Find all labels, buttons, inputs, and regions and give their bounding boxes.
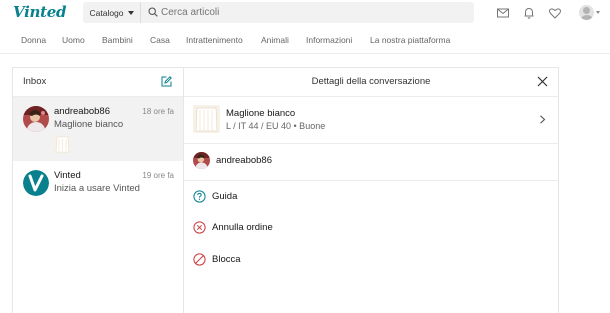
nav-item-casa[interactable]: Casa bbox=[150, 35, 170, 45]
help-circle-icon bbox=[193, 190, 206, 203]
chevron-down-icon[interactable] bbox=[596, 11, 600, 14]
divider bbox=[184, 180, 558, 181]
cancel-order-label: Annulla ordine bbox=[212, 222, 273, 233]
nav-item-piattaforma[interactable]: La nostra piattaforma bbox=[370, 35, 450, 45]
item-title: Maglione bianco bbox=[226, 108, 296, 119]
conversation-message: Maglione bianco bbox=[54, 119, 124, 130]
block-icon bbox=[193, 253, 206, 266]
user-row[interactable]: andreabob86 bbox=[184, 143, 558, 180]
help-action[interactable]: Guida bbox=[184, 185, 558, 209]
compose-icon[interactable] bbox=[161, 76, 172, 87]
user-name: andreabob86 bbox=[216, 155, 272, 166]
inbox-panel: Inbox andreabob86 18 ore fa Maglione bia… bbox=[12, 67, 184, 313]
header-icons bbox=[484, 5, 600, 20]
nav-item-bambini[interactable]: Bambini bbox=[102, 35, 133, 45]
block-label: Blocca bbox=[212, 254, 241, 265]
search-icon bbox=[148, 7, 158, 17]
conversation-message: Inizia a usare Vinted bbox=[54, 183, 140, 194]
nav-item-informazioni[interactable]: Informazioni bbox=[306, 35, 352, 45]
bell-icon[interactable] bbox=[522, 6, 536, 20]
mail-icon[interactable] bbox=[496, 6, 510, 20]
category-nav: Donna Uomo Bambini Casa Intrattenimento … bbox=[0, 26, 610, 54]
item-row[interactable]: Maglione bianco L / IT 44 / EU 40 • Buon… bbox=[184, 97, 558, 143]
details-title: Dettagli della conversazione bbox=[311, 76, 431, 87]
conversation-item[interactable]: andreabob86 18 ore fa Maglione bianco bbox=[13, 97, 184, 161]
vinted-logo[interactable]: Vinted bbox=[13, 3, 66, 21]
nav-item-donna[interactable]: Donna bbox=[21, 35, 46, 45]
chevron-down-icon bbox=[127, 10, 134, 15]
block-action[interactable]: Blocca bbox=[184, 248, 558, 272]
chevron-right-icon bbox=[540, 115, 546, 124]
user-avatar bbox=[23, 106, 49, 132]
user-avatar-icon[interactable] bbox=[579, 5, 594, 20]
heart-icon[interactable] bbox=[548, 6, 562, 20]
item-thumbnail bbox=[193, 105, 220, 133]
cancel-circle-icon bbox=[193, 221, 206, 234]
nav-item-uomo[interactable]: Uomo bbox=[62, 35, 85, 45]
conversation-name: Vinted bbox=[54, 170, 81, 181]
conversation-time: 18 ore fa bbox=[142, 107, 174, 116]
search-bar: Catalogo bbox=[83, 2, 474, 23]
user-avatar bbox=[193, 152, 210, 169]
help-label: Guida bbox=[212, 191, 238, 202]
conversation-time: 19 ore fa bbox=[142, 171, 174, 180]
item-details: L / IT 44 / EU 40 • Buone bbox=[226, 121, 326, 131]
search-input[interactable] bbox=[161, 2, 461, 23]
nav-item-intrattenimento[interactable]: Intrattenimento bbox=[186, 35, 243, 45]
top-bar: Vinted Catalogo bbox=[0, 0, 610, 26]
conversation-item[interactable]: Vinted 19 ore fa Inizia a usare Vinted bbox=[13, 161, 184, 213]
conversation-name: andreabob86 bbox=[54, 106, 110, 117]
catalog-label: Catalogo bbox=[89, 7, 124, 18]
vinted-avatar-icon bbox=[23, 170, 49, 196]
catalog-dropdown[interactable]: Catalogo bbox=[83, 2, 141, 23]
cancel-order-action[interactable]: Annulla ordine bbox=[184, 216, 558, 240]
item-thumbnail bbox=[54, 135, 71, 153]
inbox-title: Inbox bbox=[23, 76, 47, 87]
close-icon[interactable] bbox=[537, 76, 548, 87]
conversation-details-panel: Dettagli della conversazione Maglione bi… bbox=[183, 67, 559, 313]
nav-item-animali[interactable]: Animali bbox=[261, 35, 289, 45]
